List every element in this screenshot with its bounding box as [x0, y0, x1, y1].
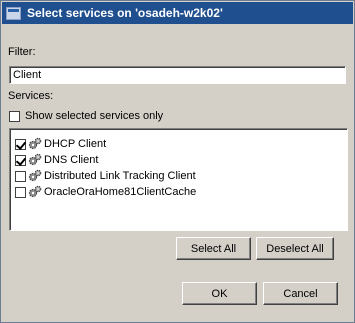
- filter-input[interactable]: [9, 66, 346, 84]
- service-label: DNS Client: [44, 154, 99, 166]
- list-item[interactable]: DNS Client: [15, 152, 98, 168]
- gear-icon: [28, 137, 42, 150]
- cancel-button[interactable]: Cancel: [263, 282, 338, 305]
- show-selected-only-label: Show selected services only: [25, 110, 164, 122]
- window-title: Select services on 'osadeh-w2k02': [27, 6, 223, 20]
- service-label: DHCP Client: [44, 138, 107, 150]
- select-all-button[interactable]: Select All: [176, 237, 251, 260]
- service-checkbox[interactable]: [15, 186, 26, 198]
- gear-icon: [28, 185, 42, 198]
- service-label: Distributed Link Tracking Client: [44, 170, 196, 182]
- show-selected-only-checkbox[interactable]: [9, 110, 20, 122]
- gear-icon: [28, 153, 42, 166]
- dialog-window: Select services on 'osadeh-w2k02' Filter…: [0, 0, 355, 323]
- services-label: Services:: [8, 90, 54, 102]
- list-item[interactable]: Distributed Link Tracking Client: [15, 168, 196, 184]
- list-item[interactable]: OracleOraHome81ClientCache: [15, 184, 196, 200]
- deselect-all-button[interactable]: Deselect All: [256, 237, 334, 260]
- show-selected-only-option[interactable]: Show selected services only: [9, 110, 163, 122]
- list-item[interactable]: DHCP Client: [15, 136, 106, 152]
- window-icon: [6, 6, 21, 20]
- service-checkbox[interactable]: [15, 170, 26, 182]
- ok-button[interactable]: OK: [182, 282, 257, 305]
- service-label: OracleOraHome81ClientCache: [44, 186, 197, 198]
- service-checkbox[interactable]: [15, 138, 26, 150]
- service-checkbox[interactable]: [15, 154, 26, 166]
- title-bar[interactable]: Select services on 'osadeh-w2k02': [2, 2, 353, 24]
- services-list[interactable]: DHCP Client DNS Client Distributed Link …: [9, 128, 348, 231]
- filter-label: Filter:: [8, 46, 36, 58]
- gear-icon: [28, 169, 42, 182]
